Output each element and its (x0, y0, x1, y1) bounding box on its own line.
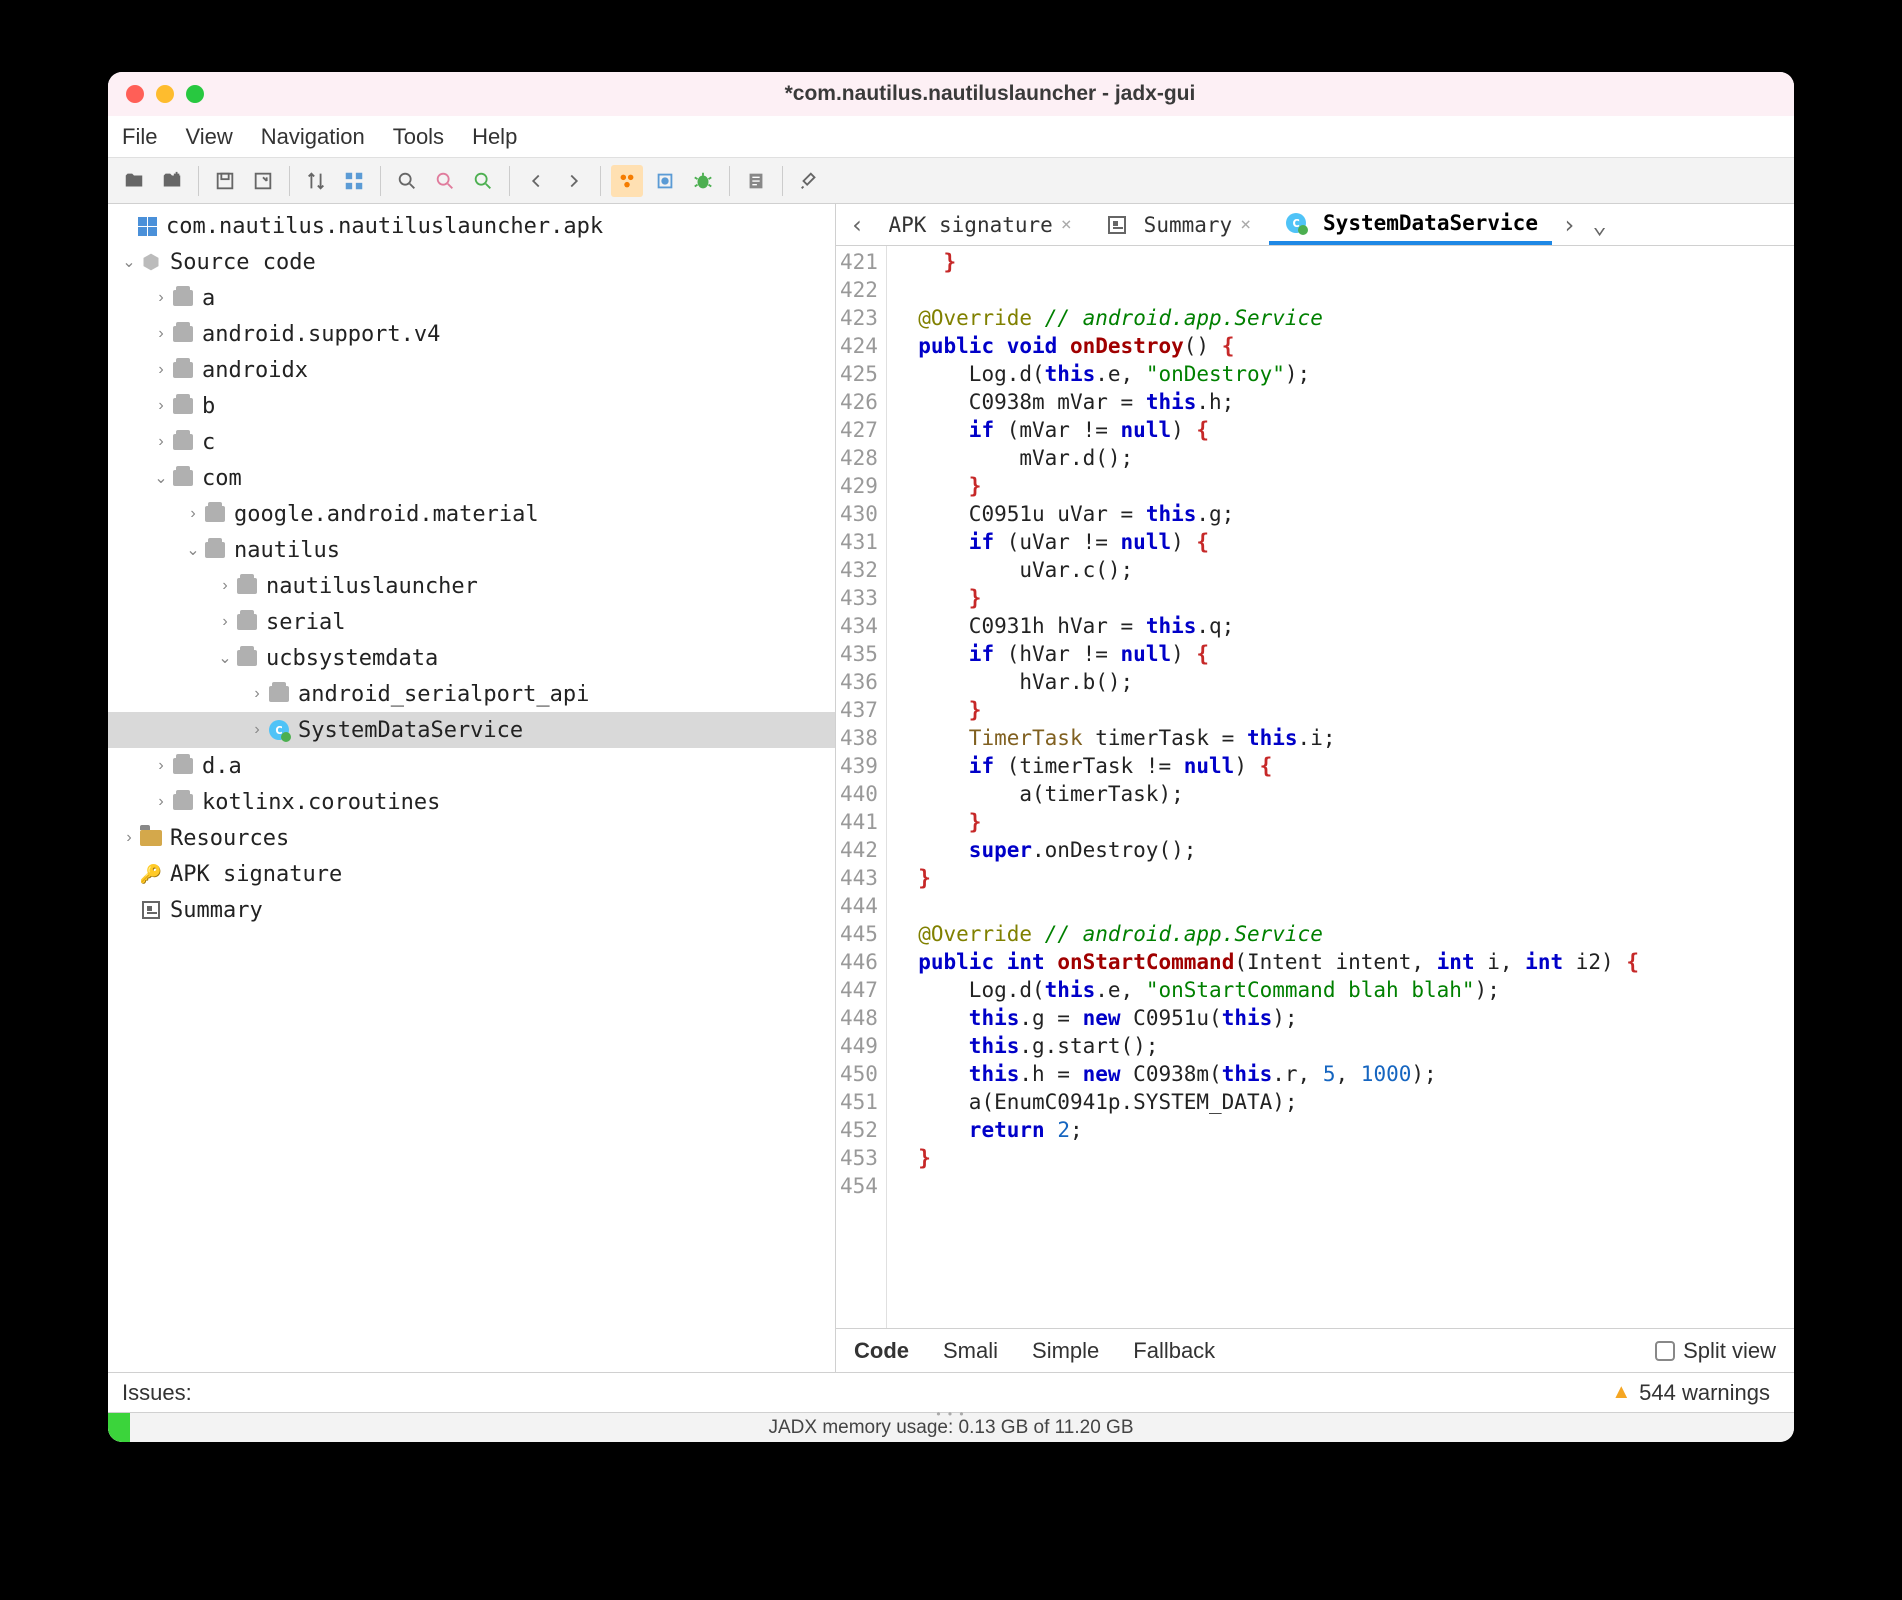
tree-summary[interactable]: Summary (108, 892, 835, 928)
tree-pkg-kotlinx[interactable]: ›kotlinx.coroutines (108, 784, 835, 820)
tree-pkg-serial[interactable]: ›serial (108, 604, 835, 640)
tree-pkg-material[interactable]: ›google.android.material (108, 496, 835, 532)
menu-bar: File View Navigation Tools Help (108, 116, 1794, 158)
app-window: *com.nautilus.nautiluslauncher - jadx-gu… (108, 72, 1794, 1442)
tree-class-systemdataservice[interactable]: ›cSystemDataService (108, 712, 835, 748)
view-code[interactable]: Code (854, 1338, 909, 1364)
project-tree[interactable]: com.nautilus.nautiluslauncher.apk ⌄Sourc… (108, 204, 836, 1372)
menu-navigation[interactable]: Navigation (261, 124, 365, 150)
code-viewer[interactable]: 4214224234244254264274284294304314324334… (836, 246, 1794, 1328)
warnings-count: 544 warnings (1639, 1380, 1770, 1406)
search-icon[interactable] (391, 165, 423, 197)
close-tab-icon[interactable]: × (1061, 214, 1072, 235)
menu-file[interactable]: File (122, 124, 157, 150)
zoom-window-button[interactable] (186, 85, 204, 103)
editor-panel: ‹ APK signature × Summary × c SystemData… (836, 204, 1794, 1372)
memory-progress (108, 1413, 130, 1442)
forward-icon[interactable] (558, 165, 590, 197)
deobfuscate-icon[interactable] (611, 165, 643, 197)
save-icon[interactable] (209, 165, 241, 197)
code-view-tabs: Code Smali Simple Fallback Split view (836, 1328, 1794, 1372)
class-icon: c (1283, 212, 1309, 234)
tree-pkg-launcher[interactable]: ›nautiluslauncher (108, 568, 835, 604)
code-content[interactable]: } @Override // android.app.Service publi… (887, 246, 1639, 1328)
sync-icon[interactable] (300, 165, 332, 197)
warnings-badge[interactable]: ▲ 544 warnings (1611, 1380, 1780, 1406)
window-controls (126, 85, 204, 103)
view-fallback[interactable]: Fallback (1133, 1338, 1215, 1364)
quark-icon[interactable] (649, 165, 681, 197)
grip-icon[interactable]: • • • (936, 1407, 965, 1421)
tree-pkg-support[interactable]: ›android.support.v4 (108, 316, 835, 352)
tree-pkg-serialport[interactable]: ›android_serialport_api (108, 676, 835, 712)
warning-icon: ▲ (1611, 1381, 1631, 1404)
checkbox-icon[interactable] (1655, 1341, 1675, 1361)
search-comment-icon[interactable] (467, 165, 499, 197)
tab-list-icon[interactable]: ⌄ (1586, 211, 1612, 239)
split-view-toggle[interactable]: Split view (1655, 1338, 1776, 1364)
main-area: com.nautilus.nautiluslauncher.apk ⌄Sourc… (108, 204, 1794, 1372)
titlebar[interactable]: *com.nautilus.nautiluslauncher - jadx-gu… (108, 72, 1794, 116)
close-window-button[interactable] (126, 85, 144, 103)
flatten-packages-icon[interactable] (338, 165, 370, 197)
debug-icon[interactable] (687, 165, 719, 197)
menu-view[interactable]: View (185, 124, 232, 150)
tree-pkg-a[interactable]: ›a (108, 280, 835, 316)
tree-pkg-androidx[interactable]: ›androidx (108, 352, 835, 388)
tree-pkg-com[interactable]: ⌄com (108, 460, 835, 496)
tab-scroll-left-icon[interactable]: ‹ (844, 211, 870, 239)
open-file-icon[interactable] (118, 165, 150, 197)
tree-pkg-c[interactable]: ›c (108, 424, 835, 460)
status-bar: • • • JADX memory usage: 0.13 GB of 11.2… (108, 1412, 1794, 1442)
tree-resources[interactable]: ›Resources (108, 820, 835, 856)
tree-pkg-b[interactable]: ›b (108, 388, 835, 424)
split-view-label: Split view (1683, 1338, 1776, 1364)
tab-label: SystemDataService (1323, 211, 1538, 235)
tree-apk-signature[interactable]: 🔑APK signature (108, 856, 835, 892)
back-icon[interactable] (520, 165, 552, 197)
menu-help[interactable]: Help (472, 124, 517, 150)
minimize-window-button[interactable] (156, 85, 174, 103)
view-simple[interactable]: Simple (1032, 1338, 1099, 1364)
tab-systemdataservice[interactable]: c SystemDataService (1269, 205, 1552, 245)
toolbar (108, 158, 1794, 204)
tab-apk-signature[interactable]: APK signature × (874, 207, 1085, 243)
line-gutter: 4214224234244254264274284294304314324334… (836, 246, 887, 1328)
tree-pkg-nautilus[interactable]: ⌄nautilus (108, 532, 835, 568)
tab-label: APK signature (888, 213, 1052, 237)
add-files-icon[interactable] (156, 165, 188, 197)
tree-pkg-ucb[interactable]: ⌄ucbsystemdata (108, 640, 835, 676)
editor-tabs: ‹ APK signature × Summary × c SystemData… (836, 204, 1794, 246)
close-tab-icon[interactable]: × (1240, 214, 1251, 235)
export-icon[interactable] (247, 165, 279, 197)
search-class-icon[interactable] (429, 165, 461, 197)
view-smali[interactable]: Smali (943, 1338, 998, 1364)
tab-scroll-right-icon[interactable]: › (1556, 211, 1582, 239)
tab-label: Summary (1144, 213, 1233, 237)
log-icon[interactable] (740, 165, 772, 197)
issues-bar[interactable]: Issues: ▲ 544 warnings (108, 1372, 1794, 1412)
menu-tools[interactable]: Tools (393, 124, 444, 150)
preferences-icon[interactable] (793, 165, 825, 197)
tree-pkg-da[interactable]: ›d.a (108, 748, 835, 784)
summary-icon (1104, 214, 1130, 236)
issues-label: Issues: (122, 1380, 192, 1406)
tree-root[interactable]: com.nautilus.nautiluslauncher.apk (108, 208, 835, 244)
tab-summary[interactable]: Summary × (1090, 207, 1265, 243)
tree-source-code[interactable]: ⌄Source code (108, 244, 835, 280)
window-title: *com.nautilus.nautiluslauncher - jadx-gu… (204, 82, 1776, 106)
